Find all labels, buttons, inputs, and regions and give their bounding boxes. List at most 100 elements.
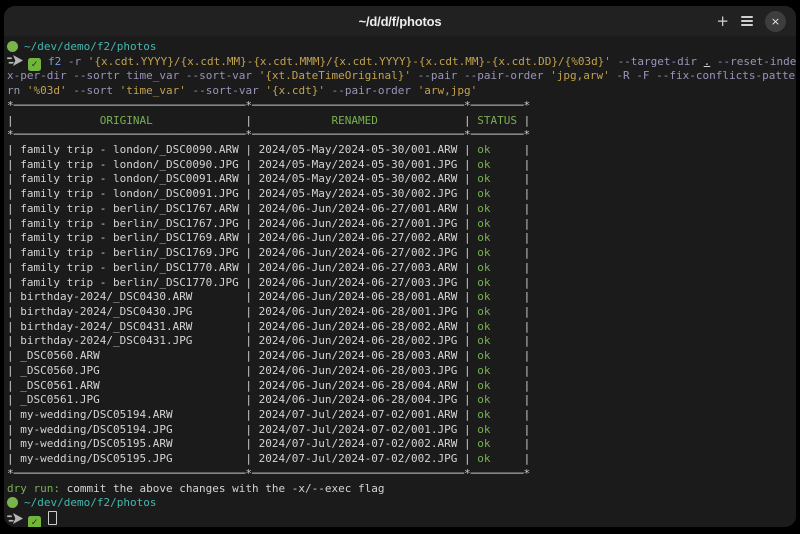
original-cell: family trip - london/_DSC0090.ARW	[14, 143, 246, 156]
renamed-cell: 2024/06-Jun/2024-06-28/001.JPG	[252, 305, 464, 318]
table-row: | my-wedding/DSC05195.ARW | 2024/07-Jul/…	[7, 437, 796, 452]
table-divider: |	[7, 320, 14, 333]
prompt-status-dot	[7, 41, 18, 52]
command-token: f2	[48, 55, 61, 68]
space	[81, 55, 88, 68]
status-cell: ok	[471, 334, 524, 347]
original-cell: family trip - london/_DSC0090.JPG	[14, 158, 246, 171]
prompt-path-line: ~/dev/demo/f2/photos	[7, 496, 796, 511]
table-divider: |	[524, 423, 531, 436]
table-row: | family trip - berlin/_DSC1770.JPG | 20…	[7, 276, 796, 291]
space	[61, 55, 68, 68]
renamed-cell: 2024/05-May/2024-05-30/002.JPG	[252, 187, 464, 200]
titlebar-buttons: + ×	[716, 6, 786, 36]
table-divider: |	[464, 261, 471, 274]
prompt-path-line: ~/dev/demo/f2/photos	[7, 40, 796, 55]
table-divider: |	[524, 114, 531, 127]
table-divider: |	[524, 393, 531, 406]
table-divider: |	[524, 261, 531, 274]
prompt-status-dot	[7, 497, 18, 508]
table-divider: |	[464, 408, 471, 421]
command-token: --sort-var	[186, 69, 252, 82]
status-cell: ok	[471, 452, 524, 465]
table-divider: |	[464, 334, 471, 347]
original-cell: birthday-2024/_DSC0430.JPG	[14, 305, 246, 318]
new-tab-button[interactable]: +	[716, 14, 729, 29]
table-divider: |	[464, 423, 471, 436]
status-cell: ok	[471, 143, 524, 156]
status-cell: ok	[471, 187, 524, 200]
status-cell: ok	[471, 202, 524, 215]
terminal-output[interactable]: ~/dev/demo/f2/photos ✓f2 -r '{x.cdt.YYYY}…	[4, 36, 796, 526]
window-title: ~/d/d/f/photos	[359, 14, 442, 29]
command-token: --fix-conflicts-patte	[656, 69, 795, 82]
original-cell: birthday-2024/_DSC0431.JPG	[14, 334, 246, 347]
table-row: | family trip - berlin/_DSC1770.ARW | 20…	[7, 261, 796, 276]
renamed-cell: 2024/06-Jun/2024-06-27/003.JPG	[252, 276, 464, 289]
prompt-path: ~/dev/demo/f2/photos	[24, 40, 156, 53]
original-cell: family trip - berlin/_DSC1769.JPG	[14, 246, 246, 259]
renamed-cell: 2024/07-Jul/2024-07-02/001.JPG	[252, 423, 464, 436]
close-icon[interactable]: ×	[765, 11, 786, 32]
renamed-cell: 2024/06-Jun/2024-06-28/003.ARW	[252, 349, 464, 362]
table-divider: |	[524, 158, 531, 171]
command-token: -r	[68, 55, 81, 68]
table-divider: |	[524, 437, 531, 450]
command-token: '{x.cdt.YYYY}/{x.cdt.MM}-{x.cdt.MMM}/{x.…	[88, 55, 611, 68]
command-token: '{xt.DateTimeOriginal}'	[259, 69, 411, 82]
table-row: | family trip - london/_DSC0090.JPG | 20…	[7, 158, 796, 173]
table-divider: |	[464, 143, 471, 156]
table-divider: |	[464, 246, 471, 259]
original-cell: family trip - berlin/_DSC1767.JPG	[14, 217, 246, 230]
table-divider: |	[524, 364, 531, 377]
command-line: x-per-dir --sortr time_var --sort-var '{…	[7, 69, 796, 84]
original-cell: birthday-2024/_DSC0430.ARW	[14, 290, 246, 303]
original-cell: my-wedding/DSC05194.ARW	[14, 408, 246, 421]
dry-run-line: dry run: commit the above changes with t…	[7, 482, 796, 497]
table-row: | family trip - london/_DSC0091.JPG | 20…	[7, 187, 796, 202]
table-divider: |	[7, 379, 14, 392]
table-row: | family trip - berlin/_DSC1767.ARW | 20…	[7, 202, 796, 217]
table-divider: |	[524, 187, 531, 200]
command-token: --sortr	[73, 69, 119, 82]
table-divider: |	[524, 143, 531, 156]
status-cell: ok	[471, 231, 524, 244]
status-cell: ok	[471, 290, 524, 303]
renamed-cell: 2024/07-Jul/2024-07-02/002.JPG	[252, 452, 464, 465]
terminal-cursor	[48, 511, 57, 525]
status-cell: ok	[471, 364, 524, 377]
table-divider: |	[464, 231, 471, 244]
renamed-cell: 2024/06-Jun/2024-06-27/001.JPG	[252, 217, 464, 230]
table-divider: |	[464, 437, 471, 450]
status-cell: ok	[471, 276, 524, 289]
command-line: ✓f2 -r '{x.cdt.YYYY}/{x.cdt.MM}-{x.cdt.M…	[7, 55, 796, 70]
table-border: *───────────────────────────────────*───…	[7, 467, 530, 480]
space	[697, 55, 704, 68]
table-divider: |	[464, 172, 471, 185]
original-cell: _DSC0560.ARW	[14, 349, 246, 362]
table-divider: |	[464, 202, 471, 215]
menu-icon[interactable]	[741, 14, 753, 28]
table-row: | _DSC0560.JPG | 2024/06-Jun/2024-06-28/…	[7, 364, 796, 379]
table-border-line: *───────────────────────────────────*───…	[7, 467, 796, 482]
table-divider: |	[7, 423, 14, 436]
table-divider: |	[464, 276, 471, 289]
table-divider: |	[7, 276, 14, 289]
original-cell: my-wedding/DSC05194.JPG	[14, 423, 246, 436]
table-row: | my-wedding/DSC05195.JPG | 2024/07-Jul/…	[7, 452, 796, 467]
table-divider: |	[7, 187, 14, 200]
table-row: | birthday-2024/_DSC0430.ARW | 2024/06-J…	[7, 290, 796, 305]
space	[325, 84, 332, 97]
renamed-cell: 2024/06-Jun/2024-06-28/003.JPG	[252, 364, 464, 377]
table-divider: |	[464, 305, 471, 318]
table-divider: |	[524, 231, 531, 244]
table-divider: |	[524, 246, 531, 259]
original-cell: _DSC0561.ARW	[14, 379, 246, 392]
space	[179, 69, 186, 82]
command-token: 'jpg,arw'	[550, 69, 610, 82]
table-divider: |	[524, 320, 531, 333]
table-divider: |	[464, 320, 471, 333]
table-divider: |	[7, 364, 14, 377]
original-cell: family trip - london/_DSC0091.ARW	[14, 172, 246, 185]
table-divider: |	[524, 217, 531, 230]
